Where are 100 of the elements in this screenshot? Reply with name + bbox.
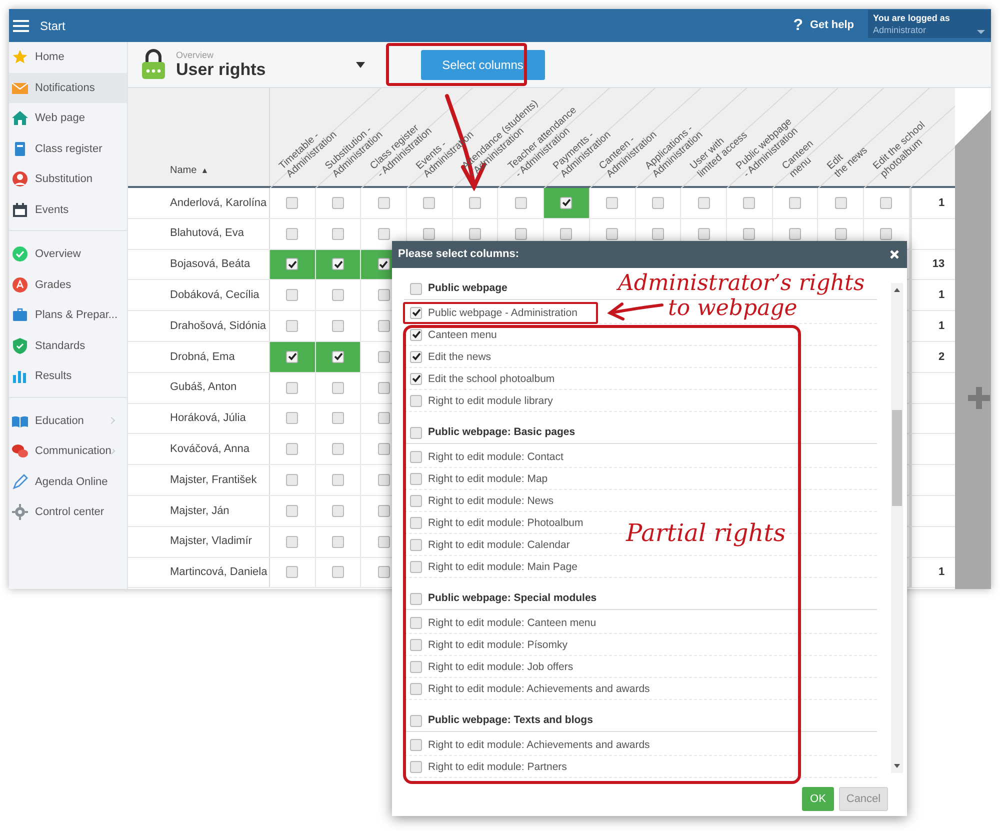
sidebar-item[interactable]: Education xyxy=(9,406,127,436)
checkbox[interactable] xyxy=(410,638,422,650)
checkbox[interactable] xyxy=(410,282,422,294)
checkbox[interactable] xyxy=(378,320,390,332)
sidebar-item[interactable]: Home xyxy=(9,42,127,72)
user-menu[interactable]: You are logged as Administrator xyxy=(868,10,991,38)
help-button[interactable]: ? Get help xyxy=(793,17,854,34)
checkbox[interactable] xyxy=(743,196,756,209)
option-label[interactable]: Right to edit module library xyxy=(428,394,553,406)
sort-indicator[interactable]: ▲ xyxy=(200,165,209,177)
checkbox[interactable] xyxy=(332,536,344,548)
checkbox[interactable] xyxy=(880,228,892,240)
checkbox[interactable] xyxy=(378,504,390,517)
checkbox[interactable] xyxy=(410,426,422,438)
checkbox[interactable] xyxy=(332,228,344,240)
checkbox[interactable] xyxy=(286,566,298,578)
option-label[interactable]: Right to edit module: Achievements and awards xyxy=(428,682,650,694)
option-label[interactable]: Public webpage - Administration xyxy=(428,306,578,318)
scrollbar[interactable] xyxy=(891,283,903,773)
checkbox[interactable] xyxy=(332,350,344,363)
checkbox[interactable] xyxy=(652,196,664,209)
checkbox[interactable] xyxy=(514,196,527,209)
checkbox[interactable] xyxy=(286,536,298,548)
checkbox[interactable] xyxy=(286,382,298,394)
checkbox[interactable] xyxy=(410,660,422,672)
checkbox[interactable] xyxy=(286,258,298,270)
checkbox[interactable] xyxy=(560,228,572,240)
help-icon[interactable]: ? xyxy=(793,18,803,34)
checkbox[interactable] xyxy=(286,196,298,209)
checkbox[interactable] xyxy=(332,566,344,578)
checkbox[interactable] xyxy=(378,412,390,424)
checkbox[interactable] xyxy=(332,412,344,424)
sidebar-item[interactable]: Notifications xyxy=(9,72,127,103)
checkbox[interactable] xyxy=(378,350,390,363)
checkbox[interactable] xyxy=(286,350,298,363)
checkbox[interactable] xyxy=(410,760,422,772)
checkbox[interactable] xyxy=(410,682,422,694)
checkbox[interactable] xyxy=(410,372,422,384)
checkbox[interactable] xyxy=(698,228,710,240)
checkbox[interactable] xyxy=(560,196,572,209)
option-label[interactable]: Right to edit module: Contact xyxy=(428,450,564,462)
checkbox[interactable] xyxy=(880,196,892,209)
checkbox[interactable] xyxy=(332,196,344,209)
checkbox[interactable] xyxy=(332,474,344,486)
option-label[interactable]: Right to edit module: News xyxy=(428,494,554,506)
checkbox[interactable] xyxy=(410,306,422,318)
checkbox[interactable] xyxy=(698,196,710,209)
scroll-up-icon[interactable] xyxy=(894,288,900,292)
checkbox[interactable] xyxy=(410,560,422,572)
checkbox[interactable] xyxy=(410,592,422,604)
checkbox[interactable] xyxy=(410,516,422,528)
checkbox[interactable] xyxy=(332,320,344,332)
sidebar-item[interactable]: Standards xyxy=(9,330,127,361)
checkbox[interactable] xyxy=(652,228,664,240)
checkbox[interactable] xyxy=(410,472,422,484)
checkbox[interactable] xyxy=(378,289,390,302)
checkbox[interactable] xyxy=(286,443,298,456)
checkbox[interactable] xyxy=(514,228,527,240)
option-label[interactable]: Right to edit module: Main Page xyxy=(428,560,578,572)
sidebar-item[interactable]: Results xyxy=(9,361,127,392)
scrollbar-thumb[interactable] xyxy=(892,410,902,506)
checkbox[interactable] xyxy=(788,228,801,240)
checkbox[interactable] xyxy=(469,196,482,209)
checkbox[interactable] xyxy=(423,196,436,209)
checkbox[interactable] xyxy=(378,566,390,578)
checkbox[interactable] xyxy=(332,258,344,270)
checkbox[interactable] xyxy=(286,504,298,517)
sidebar-item[interactable]: Grades xyxy=(9,270,127,300)
option-label[interactable]: Right to edit module: Map xyxy=(428,472,548,484)
option-label[interactable]: Right to edit module: Písomky xyxy=(428,638,568,650)
sidebar-item[interactable]: Events xyxy=(9,194,127,225)
checkbox[interactable] xyxy=(788,196,801,209)
chevron-icon[interactable] xyxy=(110,448,116,454)
checkbox[interactable] xyxy=(286,228,298,240)
sidebar-item[interactable]: Overview xyxy=(9,239,127,270)
checkbox[interactable] xyxy=(606,196,618,209)
checkbox[interactable] xyxy=(410,538,422,550)
scroll-down-icon[interactable] xyxy=(894,764,900,768)
checkbox[interactable] xyxy=(332,382,344,394)
checkbox[interactable] xyxy=(332,289,344,302)
add-icon[interactable] xyxy=(968,387,990,409)
checkbox[interactable] xyxy=(332,443,344,456)
checkbox[interactable] xyxy=(378,228,390,240)
checkbox[interactable] xyxy=(378,196,390,209)
checkbox[interactable] xyxy=(378,474,390,486)
checkbox[interactable] xyxy=(410,714,422,726)
checkbox[interactable] xyxy=(286,320,298,332)
checkbox[interactable] xyxy=(378,443,390,456)
sidebar-item[interactable]: Class register xyxy=(9,134,127,164)
checkbox[interactable] xyxy=(378,382,390,394)
checkbox[interactable] xyxy=(469,228,482,240)
option-label[interactable]: Right to edit module: Job offers xyxy=(428,660,574,672)
checkbox[interactable] xyxy=(410,494,422,506)
option-label[interactable]: Right to edit module: Partners xyxy=(428,760,567,772)
checkbox[interactable] xyxy=(834,228,847,240)
checkbox[interactable] xyxy=(423,228,436,240)
checkbox[interactable] xyxy=(410,394,422,406)
option-label[interactable]: Edit the school photoalbum xyxy=(428,372,555,384)
sidebar-item[interactable]: Control center xyxy=(9,497,127,528)
sidebar-item[interactable]: Communication xyxy=(9,436,127,466)
